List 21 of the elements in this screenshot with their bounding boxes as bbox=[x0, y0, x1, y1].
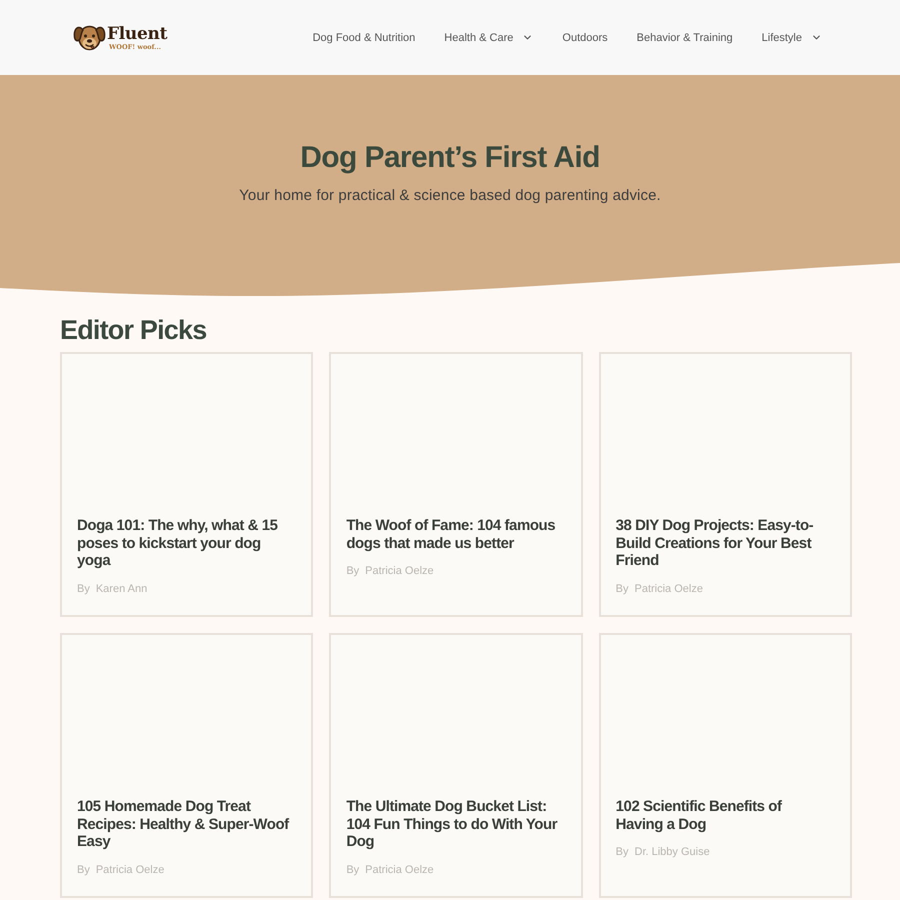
article-title[interactable]: Doga 101: The why, what & 15 poses to kickstart your dog yoga bbox=[77, 517, 289, 570]
section-heading: Editor Picks bbox=[60, 314, 208, 346]
byline-label: By bbox=[77, 582, 90, 596]
hero-subtitle: Your home for practical & science based dog parenting advice. bbox=[239, 186, 661, 206]
byline-label: By bbox=[616, 582, 628, 596]
hero-title: Dog Parent’s First Aid bbox=[300, 140, 600, 176]
byline-label: By bbox=[616, 845, 628, 859]
nav-link[interactable]: Dog Food & Nutrition bbox=[312, 32, 416, 44]
brand-name[interactable]: Fluent bbox=[107, 24, 168, 42]
nav-link[interactable]: Lifestyle bbox=[762, 32, 822, 44]
nav-link[interactable]: Health & Care bbox=[444, 32, 534, 44]
nav-link[interactable]: Outdoors bbox=[562, 32, 608, 44]
article-title[interactable]: 38 DIY Dog Projects: Easy-to-Build Creations for Your Best Friend bbox=[616, 517, 828, 570]
byline-label: By bbox=[346, 564, 360, 578]
article-title[interactable]: 105 Homemade Dog Treat Recipes: Healthy & Super-Woof Easy bbox=[77, 798, 289, 850]
article-title[interactable]: The Woof of Fame: 104 famous dogs that made us better bbox=[346, 517, 558, 552]
nav-link[interactable]: Behavior & Training bbox=[636, 32, 733, 44]
byline-label: By bbox=[346, 862, 360, 876]
byline-label: By bbox=[77, 862, 90, 876]
article-title[interactable]: The Ultimate Dog Bucket List: 104 Fun Things to do With Your Dog bbox=[346, 798, 558, 850]
article-title[interactable]: 102 Scientific Benefits of Having a Dog bbox=[616, 798, 828, 833]
